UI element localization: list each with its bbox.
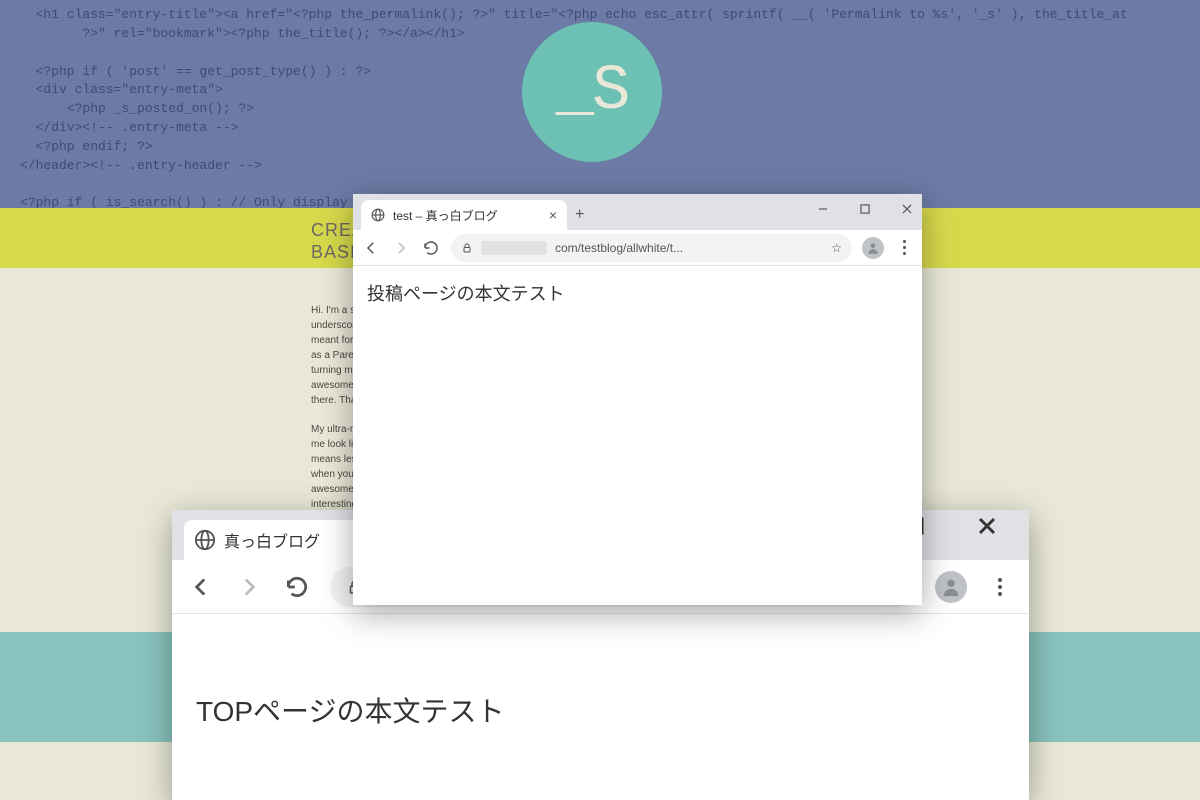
- profile-avatar[interactable]: [935, 571, 967, 603]
- logo-text: _S: [556, 56, 629, 128]
- page-body-text: TOPページの本文テスト: [196, 690, 1005, 730]
- browser-toolbar: com/testblog/allwhite/t... ☆: [353, 230, 922, 266]
- menu-button[interactable]: [985, 572, 1015, 602]
- tab-title: test – 真っ白ブログ: [393, 207, 541, 224]
- tab-strip: test – 真っ白ブログ × +: [353, 194, 922, 230]
- url-path: com/testblog/allwhite/t...: [555, 241, 683, 255]
- profile-avatar[interactable]: [862, 237, 884, 259]
- browser-tab[interactable]: test – 真っ白ブログ ×: [361, 200, 567, 230]
- bookmark-star-icon[interactable]: ☆: [831, 241, 842, 255]
- page-body-text: 投稿ページの本文テスト: [367, 280, 908, 306]
- lock-icon: [461, 242, 473, 254]
- forward-button[interactable]: [391, 238, 411, 258]
- minimize-icon[interactable]: [816, 202, 830, 216]
- close-icon[interactable]: [973, 512, 1001, 540]
- menu-button[interactable]: [894, 238, 914, 258]
- reload-button[interactable]: [421, 238, 441, 258]
- address-bar[interactable]: com/testblog/allwhite/t... ☆: [451, 234, 852, 262]
- maximize-icon[interactable]: [858, 202, 872, 216]
- back-button[interactable]: [361, 238, 381, 258]
- browser-window-1: test – 真っ白ブログ × + com/testblog/allwhite/…: [353, 194, 922, 605]
- globe-icon: [371, 208, 385, 222]
- forward-button[interactable]: [234, 572, 264, 602]
- underscores-logo: _S: [522, 22, 662, 162]
- url-domain-redacted: [481, 241, 547, 255]
- back-button[interactable]: [186, 572, 216, 602]
- close-tab-icon[interactable]: ×: [549, 207, 557, 223]
- globe-icon: [194, 529, 216, 551]
- close-icon[interactable]: [900, 202, 914, 216]
- new-tab-button[interactable]: +: [575, 206, 584, 224]
- reload-button[interactable]: [282, 572, 312, 602]
- page-viewport: 投稿ページの本文テスト: [353, 266, 922, 605]
- window-controls: [816, 202, 914, 216]
- page-viewport: TOPページの本文テスト: [172, 614, 1029, 800]
